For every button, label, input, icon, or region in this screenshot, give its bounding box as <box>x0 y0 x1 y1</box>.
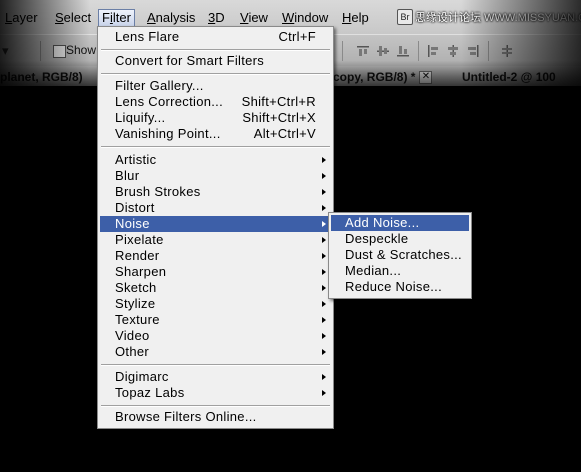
submenu-arrow-icon <box>322 189 326 195</box>
menu-item-sharpen[interactable]: Sharpen <box>100 264 331 280</box>
menu-filter[interactable]: Filter <box>98 9 135 27</box>
options-separator <box>418 41 419 61</box>
menu-item-filter-gallery[interactable]: Filter Gallery... <box>100 78 331 94</box>
filter-menu: Lens Flare Ctrl+F Convert for Smart Filte… <box>97 26 334 429</box>
align-right-icon[interactable] <box>466 44 480 58</box>
submenu-arrow-icon <box>322 173 326 179</box>
menu-item-digimarc[interactable]: Digimarc <box>100 369 331 385</box>
menu-separator <box>101 364 330 366</box>
submenu-arrow-icon <box>322 269 326 275</box>
menu-separator <box>101 49 330 51</box>
distribute-icon[interactable] <box>500 44 514 58</box>
menu-item-browse-filters-online[interactable]: Browse Filters Online... <box>100 409 331 425</box>
submenu-item-median[interactable]: Median... <box>331 263 469 279</box>
align-vcenter-icon[interactable] <box>376 44 390 58</box>
tool-preset-arrow-icon[interactable]: ▾ <box>2 43 9 59</box>
menu-analysis[interactable]: Analysis <box>144 9 198 27</box>
menu-item-convert-smart-filters[interactable]: Convert for Smart Filters <box>100 53 331 69</box>
tab-close-icon[interactable]: ✕ <box>419 71 433 85</box>
menu-item-other[interactable]: Other <box>100 344 331 360</box>
menu-item-video[interactable]: Video <box>100 328 331 344</box>
align-bottom-icon[interactable] <box>396 44 410 58</box>
submenu-arrow-icon <box>322 205 326 211</box>
document-tab-active[interactable]: copy, RGB/8) * ✕ <box>333 68 433 86</box>
bridge-icon[interactable]: Br <box>397 9 413 25</box>
menu-item-artistic[interactable]: Artistic <box>100 152 331 168</box>
menu-item-sketch[interactable]: Sketch <box>100 280 331 296</box>
menu-item-brush-strokes[interactable]: Brush Strokes <box>100 184 331 200</box>
options-separator <box>40 41 41 61</box>
menu-item-distort[interactable]: Distort <box>100 200 331 216</box>
menu-item-texture[interactable]: Texture <box>100 312 331 328</box>
submenu-arrow-icon <box>322 221 326 227</box>
watermark-text: 思缘设计论坛 WWW.MISSYUAN.COM <box>415 12 581 24</box>
menu-layer[interactable]: Layer <box>2 9 41 27</box>
submenu-item-despeckle[interactable]: Despeckle <box>331 231 469 247</box>
submenu-arrow-icon <box>322 301 326 307</box>
menu-separator <box>101 146 330 148</box>
show-transform-checkbox[interactable] <box>53 45 66 58</box>
submenu-item-add-noise[interactable]: Add Noise... <box>331 215 469 231</box>
options-separator <box>488 41 489 61</box>
menu-separator <box>101 405 330 407</box>
submenu-item-dust-scratches[interactable]: Dust & Scratches... <box>331 247 469 263</box>
submenu-arrow-icon <box>322 390 326 396</box>
menu-view[interactable]: View <box>237 9 271 27</box>
menu-item-pixelate[interactable]: Pixelate <box>100 232 331 248</box>
submenu-arrow-icon <box>322 237 326 243</box>
menu-3d[interactable]: 3D <box>205 9 228 27</box>
submenu-arrow-icon <box>322 349 326 355</box>
submenu-arrow-icon <box>322 285 326 291</box>
submenu-item-reduce-noise[interactable]: Reduce Noise... <box>331 279 469 295</box>
menu-item-liquify[interactable]: Liquify... Shift+Ctrl+X <box>100 110 331 126</box>
submenu-arrow-icon <box>322 374 326 380</box>
menu-item-noise[interactable]: Noise <box>100 216 331 232</box>
menu-help[interactable]: Help <box>339 9 372 27</box>
menu-item-blur[interactable]: Blur <box>100 168 331 184</box>
document-tab[interactable]: planet, RGB/8) <box>0 68 83 86</box>
menu-item-lens-correction[interactable]: Lens Correction... Shift+Ctrl+R <box>100 94 331 110</box>
submenu-arrow-icon <box>322 317 326 323</box>
menu-item-render[interactable]: Render <box>100 248 331 264</box>
menu-item-lens-flare[interactable]: Lens Flare Ctrl+F <box>100 29 331 45</box>
submenu-arrow-icon <box>322 253 326 259</box>
menu-select[interactable]: Select <box>52 9 94 27</box>
menu-separator <box>101 73 330 75</box>
menu-window[interactable]: Window <box>279 9 331 27</box>
noise-submenu: Add Noise... Despeckle Dust & Scratches.… <box>328 212 472 299</box>
align-hcenter-icon[interactable] <box>446 44 460 58</box>
document-tab[interactable]: Untitled-2 @ 100 <box>462 68 556 86</box>
align-top-icon[interactable] <box>356 44 370 58</box>
align-left-icon[interactable] <box>426 44 440 58</box>
menu-item-stylize[interactable]: Stylize <box>100 296 331 312</box>
options-separator <box>342 41 343 61</box>
menu-item-topaz-labs[interactable]: Topaz Labs <box>100 385 331 401</box>
submenu-arrow-icon <box>322 333 326 339</box>
menu-item-vanishing-point[interactable]: Vanishing Point... Alt+Ctrl+V <box>100 126 331 142</box>
submenu-arrow-icon <box>322 157 326 163</box>
